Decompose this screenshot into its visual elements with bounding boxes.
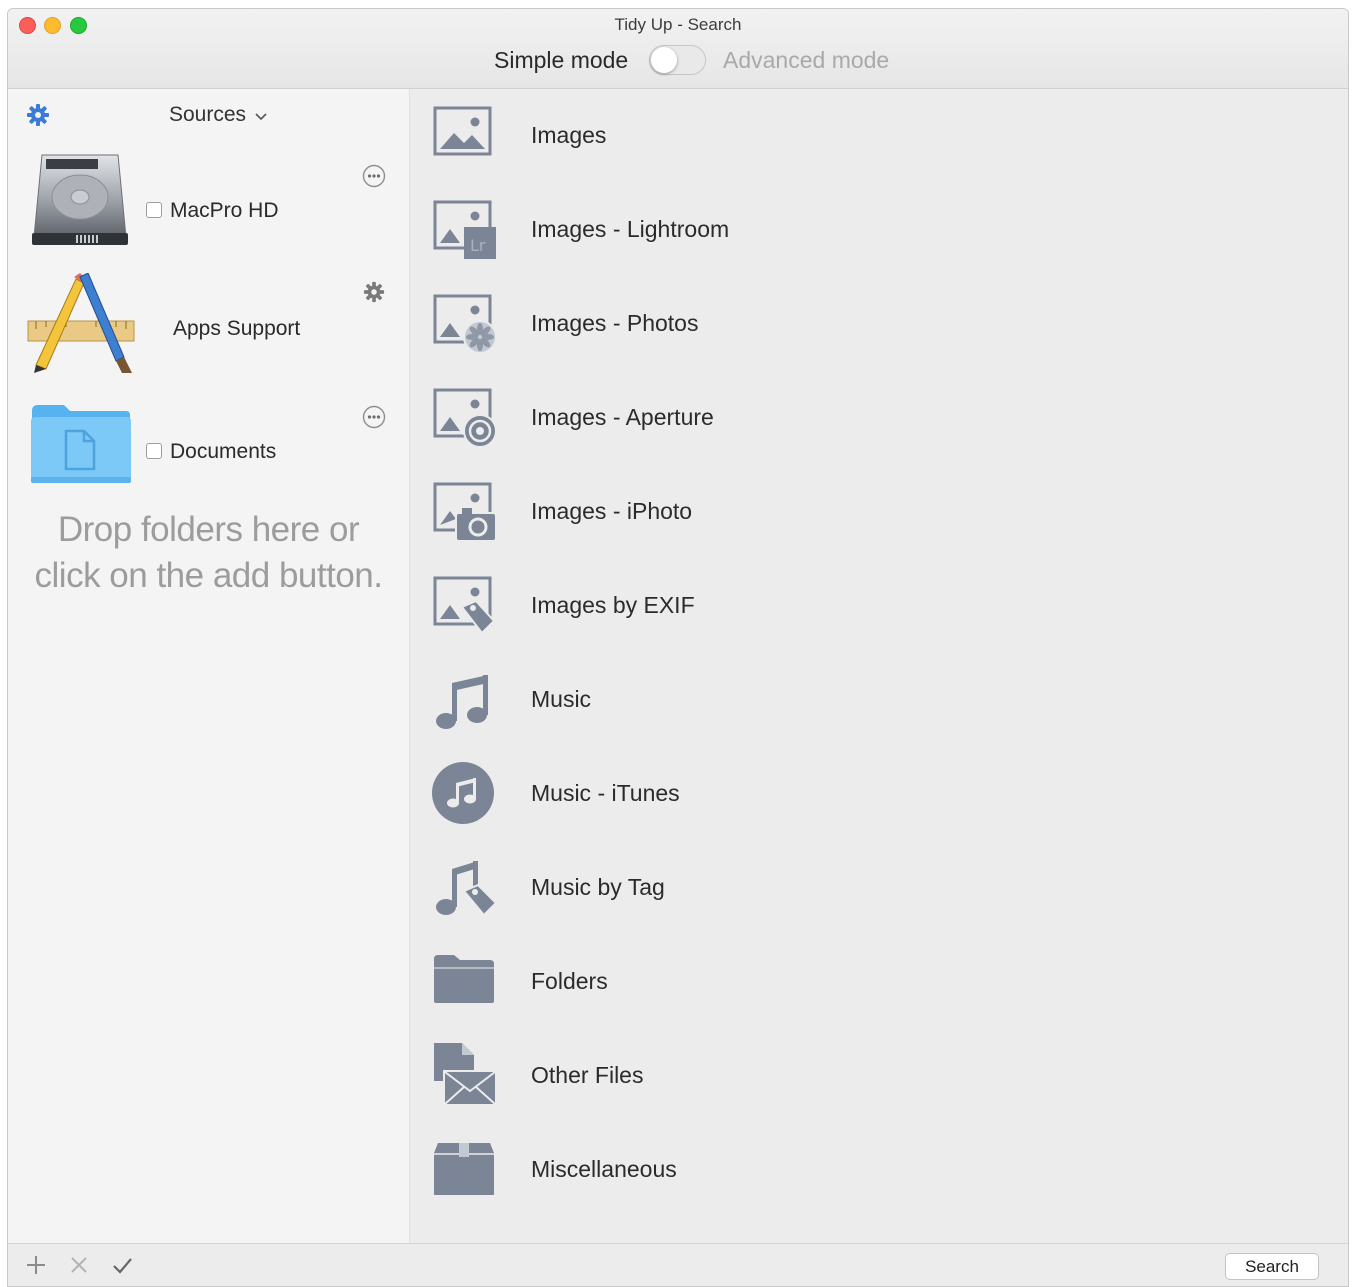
- image-icon: [432, 105, 498, 167]
- category-label: Images - Lightroom: [531, 216, 730, 242]
- drop-hint-line: click on the add button.: [34, 556, 383, 595]
- category-music-itunes[interactable]: Music - iTunes: [410, 747, 1348, 841]
- category-label: Images: [531, 122, 607, 148]
- documents-checkbox[interactable]: [146, 443, 162, 459]
- folder-document-icon: [30, 403, 132, 490]
- drop-folders-hint: Drop folders here or click on the add bu…: [8, 507, 409, 599]
- mode-toggle-knob: [651, 47, 677, 73]
- search-button[interactable]: Search: [1225, 1253, 1319, 1280]
- more-icon[interactable]: [362, 405, 386, 434]
- category-music[interactable]: Music: [410, 653, 1348, 747]
- category-folders[interactable]: Folders: [410, 935, 1348, 1029]
- category-label: Images by EXIF: [531, 592, 695, 618]
- app-window: Tidy Up - Search Simple mode Advanced mo…: [7, 8, 1349, 1287]
- hard-drive-icon: [30, 151, 130, 254]
- advanced-mode-label[interactable]: Advanced mode: [723, 47, 889, 74]
- add-source-button[interactable]: [25, 1254, 47, 1281]
- titlebar: Tidy Up - Search Simple mode Advanced mo…: [8, 9, 1348, 89]
- image-photos-icon: [432, 293, 498, 355]
- itunes-icon: [432, 762, 498, 825]
- sources-sidebar: Sources MacPro HD Apps Support Documents…: [8, 89, 410, 1243]
- category-images[interactable]: Images: [410, 89, 1348, 183]
- macpro-hd-checkbox[interactable]: [146, 202, 162, 218]
- category-label: Music - iTunes: [531, 780, 680, 806]
- category-images-iphoto[interactable]: Images - iPhoto: [410, 465, 1348, 559]
- category-label: Music: [531, 686, 592, 712]
- more-icon[interactable]: [362, 164, 386, 193]
- category-label: Folders: [531, 968, 608, 994]
- other-files-icon: [432, 1043, 498, 1107]
- image-lightroom-icon: Lr: [432, 199, 498, 261]
- source-item-macpro-hd[interactable]: MacPro HD: [8, 149, 409, 259]
- remove-source-button[interactable]: [68, 1254, 90, 1281]
- image-aperture-icon: [432, 387, 498, 449]
- chevron-down-icon[interactable]: [255, 109, 267, 127]
- window-title: Tidy Up - Search: [614, 15, 742, 34]
- category-images-lightroom[interactable]: Lr Images - Lightroom: [410, 183, 1348, 277]
- category-label: Other Files: [531, 1062, 644, 1088]
- music-tag-icon: [432, 857, 498, 919]
- source-item-apps-support[interactable]: Apps Support: [8, 271, 409, 381]
- search-category-list: Images Lr Images - Lightroom Images - Ph…: [410, 89, 1348, 1243]
- category-label: Music by Tag: [531, 874, 665, 900]
- box-icon: [432, 1139, 498, 1201]
- category-images-exif[interactable]: Images by EXIF: [410, 559, 1348, 653]
- image-exif-icon: [432, 575, 498, 637]
- source-label: Apps Support: [173, 317, 301, 340]
- bottom-toolbar: Search: [8, 1243, 1348, 1286]
- svg-text:Lr: Lr: [470, 236, 486, 255]
- category-label: Images - iPhoto: [531, 498, 693, 524]
- gear-icon[interactable]: [26, 103, 50, 132]
- source-label: MacPro HD: [170, 199, 279, 222]
- category-other-files[interactable]: Other Files: [410, 1029, 1348, 1123]
- category-label: Images - Photos: [531, 310, 699, 336]
- category-label: Images - Aperture: [531, 404, 714, 430]
- category-miscellaneous[interactable]: Miscellaneous: [410, 1123, 1348, 1217]
- category-images-aperture[interactable]: Images - Aperture: [410, 371, 1348, 465]
- source-item-documents[interactable]: Documents: [8, 393, 409, 503]
- simple-mode-label[interactable]: Simple mode: [494, 47, 628, 74]
- drop-hint-line: Drop folders here or: [57, 510, 360, 549]
- confirm-source-button[interactable]: [111, 1254, 133, 1281]
- app-store-tools-icon: [26, 272, 136, 380]
- source-label: Documents: [170, 440, 277, 463]
- category-label: Miscellaneous: [531, 1156, 677, 1182]
- category-music-by-tag[interactable]: Music by Tag: [410, 841, 1348, 935]
- category-images-photos[interactable]: Images - Photos: [410, 277, 1348, 371]
- mode-switch-row: Simple mode Advanced mode: [8, 45, 1348, 79]
- image-iphoto-icon: [432, 481, 498, 543]
- folder-icon: [432, 951, 498, 1013]
- gear-icon[interactable]: [363, 281, 385, 308]
- music-note-icon: [432, 669, 498, 731]
- mode-toggle[interactable]: [649, 45, 706, 75]
- sources-dropdown[interactable]: Sources: [169, 103, 246, 127]
